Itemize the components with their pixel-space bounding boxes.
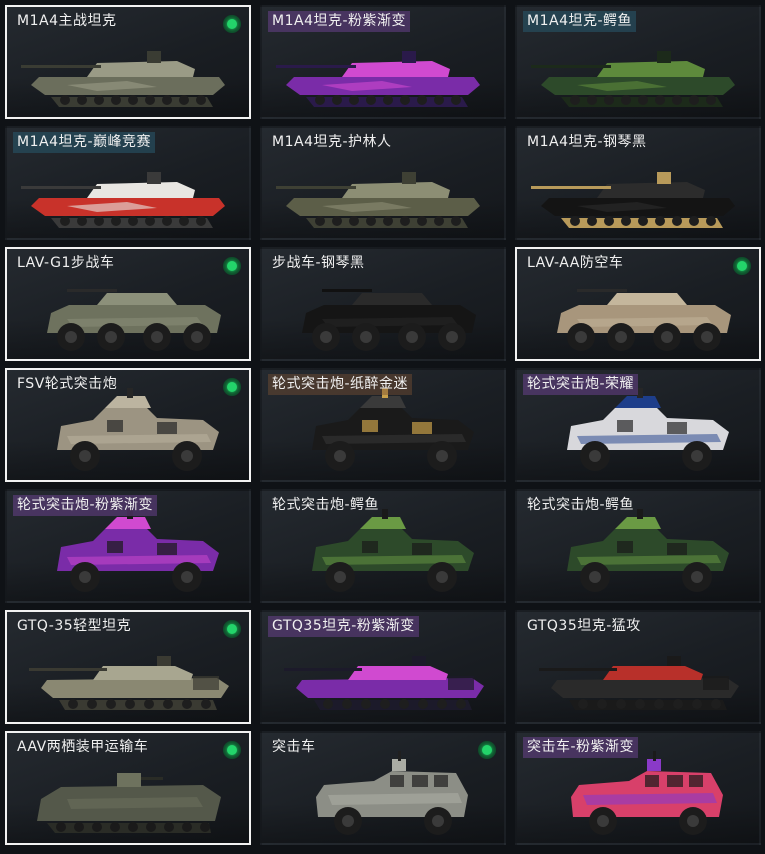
vehicle-skin-card[interactable]: 轮式突击炮-纸醉金迷: [260, 368, 506, 482]
vehicle-skin-name: M1A4坦克-护林人: [272, 134, 392, 150]
vehicle-skin-name: M1A4坦克-巅峰竞赛: [13, 132, 156, 153]
vehicle-skin-name: LAV-G1步战车: [17, 255, 115, 271]
vehicle-skin-card[interactable]: M1A4坦克-巅峰竞赛: [5, 126, 251, 240]
vehicle-skin-name: M1A4主战坦克: [17, 13, 117, 29]
vehicle-skin-card[interactable]: 突击车: [260, 731, 506, 845]
vehicle-skin-name: 轮式突击炮-鳄鱼: [272, 497, 380, 513]
vehicle-skin-name: M1A4坦克-钢琴黑: [527, 134, 647, 150]
vehicle-skin-card[interactable]: M1A4主战坦克: [5, 5, 251, 119]
vehicle-skin-card[interactable]: AAV两栖装甲运输车: [5, 731, 251, 845]
vehicle-skin-name: M1A4坦克-粉紫渐变: [268, 11, 411, 32]
vehicle-skin-card[interactable]: M1A4坦克-粉紫渐变: [260, 5, 506, 119]
vehicle-skin-name: 轮式突击炮-粉紫渐变: [13, 495, 158, 516]
vehicle-skin-card[interactable]: GTQ-35轻型坦克: [5, 610, 251, 724]
vehicle-skin-card[interactable]: 轮式突击炮-粉紫渐变: [5, 489, 251, 603]
vehicle-skin-card[interactable]: M1A4坦克-护林人: [260, 126, 506, 240]
owned-indicator-icon: [478, 741, 496, 759]
owned-indicator-icon: [223, 257, 241, 275]
vehicle-skin-name: 轮式突击炮-鳄鱼: [527, 497, 635, 513]
owned-indicator-icon: [223, 620, 241, 638]
vehicle-skin-name: LAV-AA防空车: [527, 255, 624, 271]
vehicle-skin-card[interactable]: 轮式突击炮-鳄鱼: [515, 489, 761, 603]
vehicle-skin-card[interactable]: FSV轮式突击炮: [5, 368, 251, 482]
vehicle-skin-name: GTQ35坦克-粉紫渐变: [268, 616, 419, 637]
vehicle-skin-name: GTQ-35轻型坦克: [17, 618, 132, 634]
vehicle-skin-card[interactable]: LAV-AA防空车: [515, 247, 761, 361]
vehicle-skin-name: M1A4坦克-鳄鱼: [523, 11, 637, 32]
vehicle-skin-grid: M1A4主战坦克 M1A4坦克-粉紫渐变 M1A4坦克-鳄鱼 M1A4坦克-巅峰竞赛 M…: [5, 5, 761, 851]
owned-indicator-icon: [223, 378, 241, 396]
vehicle-skin-name: AAV两栖装甲运输车: [17, 739, 149, 755]
vehicle-skin-card[interactable]: GTQ35坦克-猛攻: [515, 610, 761, 724]
vehicle-skin-name: 突击车: [272, 739, 316, 755]
vehicle-skin-card[interactable]: 步战车-钢琴黑: [260, 247, 506, 361]
vehicle-skin-card[interactable]: LAV-G1步战车: [5, 247, 251, 361]
vehicle-skin-name: GTQ35坦克-猛攻: [527, 618, 641, 634]
vehicle-skin-name: FSV轮式突击炮: [17, 376, 118, 392]
owned-indicator-icon: [223, 741, 241, 759]
vehicle-skin-name: 突击车-粉紫渐变: [523, 737, 639, 758]
vehicle-skin-name: 步战车-钢琴黑: [272, 255, 365, 271]
vehicle-skin-card[interactable]: 轮式突击炮-荣耀: [515, 368, 761, 482]
owned-indicator-icon: [733, 257, 751, 275]
vehicle-skin-name: 轮式突击炮-纸醉金迷: [268, 374, 413, 395]
vehicle-skin-name: 轮式突击炮-荣耀: [523, 374, 639, 395]
vehicle-skin-card[interactable]: GTQ35坦克-粉紫渐变: [260, 610, 506, 724]
owned-indicator-icon: [223, 15, 241, 33]
vehicle-skin-card[interactable]: 突击车-粉紫渐变: [515, 731, 761, 845]
vehicle-skin-card[interactable]: M1A4坦克-鳄鱼: [515, 5, 761, 119]
vehicle-skin-card[interactable]: 轮式突击炮-鳄鱼: [260, 489, 506, 603]
vehicle-skin-card[interactable]: M1A4坦克-钢琴黑: [515, 126, 761, 240]
